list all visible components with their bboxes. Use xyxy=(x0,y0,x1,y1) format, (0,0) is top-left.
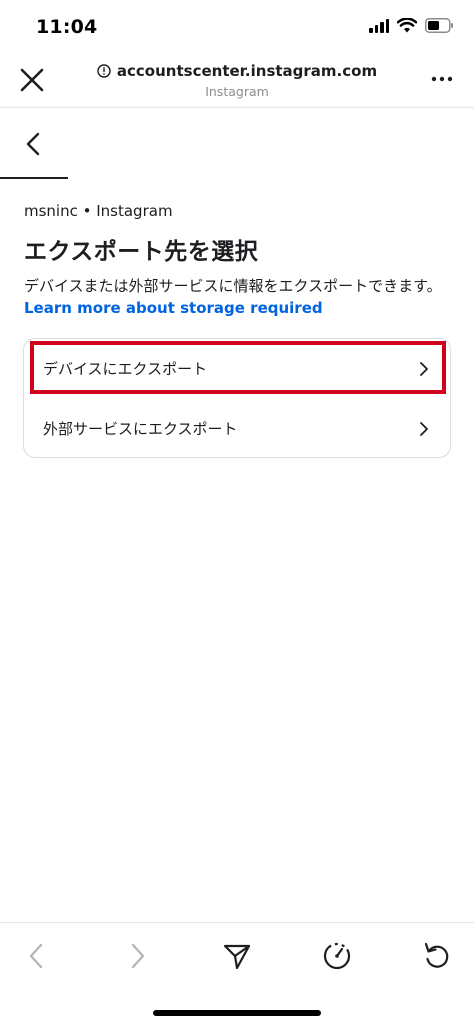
export-to-external-service-option[interactable]: 外部サービスにエクスポート xyxy=(24,399,450,459)
back-underline xyxy=(0,177,68,179)
status-bar: 11:04 xyxy=(0,0,474,54)
url-line: accountscenter.instagram.com xyxy=(80,62,394,80)
status-icons xyxy=(369,18,454,33)
signal-icon xyxy=(369,18,389,33)
status-time: 11:04 xyxy=(36,16,98,38)
description-text: デバイスまたは外部サービスに情報をエクスポートできます。 xyxy=(24,277,442,295)
close-icon[interactable] xyxy=(16,64,48,96)
account-label: msninc • Instagram xyxy=(24,202,173,220)
reload-icon[interactable] xyxy=(420,939,454,973)
description: デバイスまたは外部サービスに情報をエクスポートできます。 Learn more … xyxy=(24,275,452,319)
info-circle-icon xyxy=(97,64,111,78)
forward-arrow-icon[interactable] xyxy=(120,939,154,973)
wifi-icon xyxy=(397,18,417,33)
site-name: Instagram xyxy=(205,84,269,99)
chevron-right-icon xyxy=(420,422,428,436)
back-icon[interactable] xyxy=(16,126,52,162)
share-icon[interactable] xyxy=(220,939,254,973)
page-title: エクスポート先を選択 xyxy=(24,239,259,265)
battery-icon xyxy=(425,18,453,33)
url-bar[interactable]: accountscenter.instagram.com Instagram xyxy=(80,62,394,99)
highlight-box xyxy=(30,341,446,394)
speed-icon[interactable] xyxy=(320,939,354,973)
home-indicator xyxy=(153,1010,321,1016)
back-arrow-icon[interactable] xyxy=(20,939,54,973)
browser-header: accountscenter.instagram.com Instagram xyxy=(0,54,474,108)
more-icon[interactable] xyxy=(430,74,454,84)
learn-more-link[interactable]: Learn more about storage required xyxy=(24,299,323,317)
option-label: 外部サービスにエクスポート xyxy=(43,420,238,438)
url-text: accountscenter.instagram.com xyxy=(116,62,378,80)
